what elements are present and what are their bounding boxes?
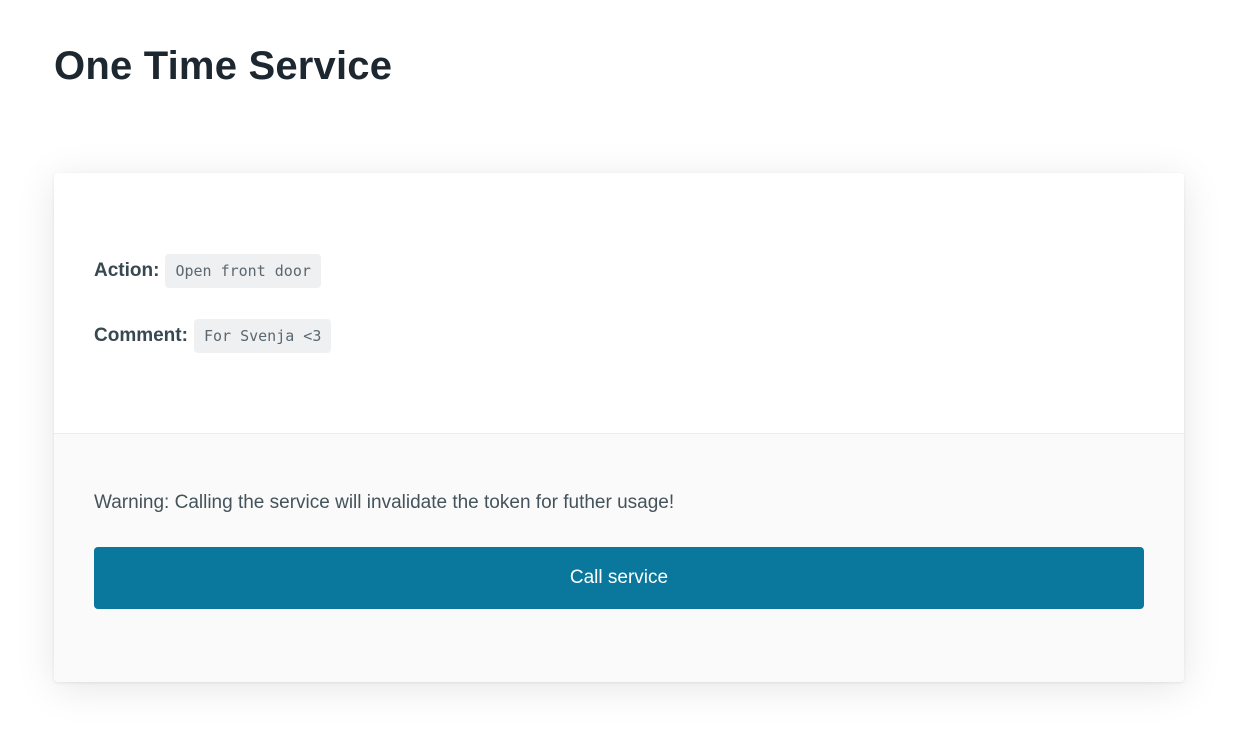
service-card: Action: Open front door Comment: For Sve… xyxy=(54,173,1184,682)
card-body: Action: Open front door Comment: For Sve… xyxy=(54,173,1184,433)
page-title: One Time Service xyxy=(54,44,393,88)
card-footer: Warning: Calling the service will invali… xyxy=(54,433,1184,682)
action-value: Open front door xyxy=(165,254,321,288)
page: One Time Service Action: Open front door… xyxy=(0,0,1240,736)
comment-row: Comment: For Svenja <3 xyxy=(94,318,332,354)
warning-text: Warning: Calling the service will invali… xyxy=(94,492,675,513)
comment-value: For Svenja <3 xyxy=(193,319,332,353)
call-service-button[interactable]: Call service xyxy=(94,547,1144,609)
comment-label: Comment: xyxy=(94,325,188,346)
action-label: Action: xyxy=(94,260,160,281)
action-row: Action: Open front door xyxy=(94,253,321,289)
